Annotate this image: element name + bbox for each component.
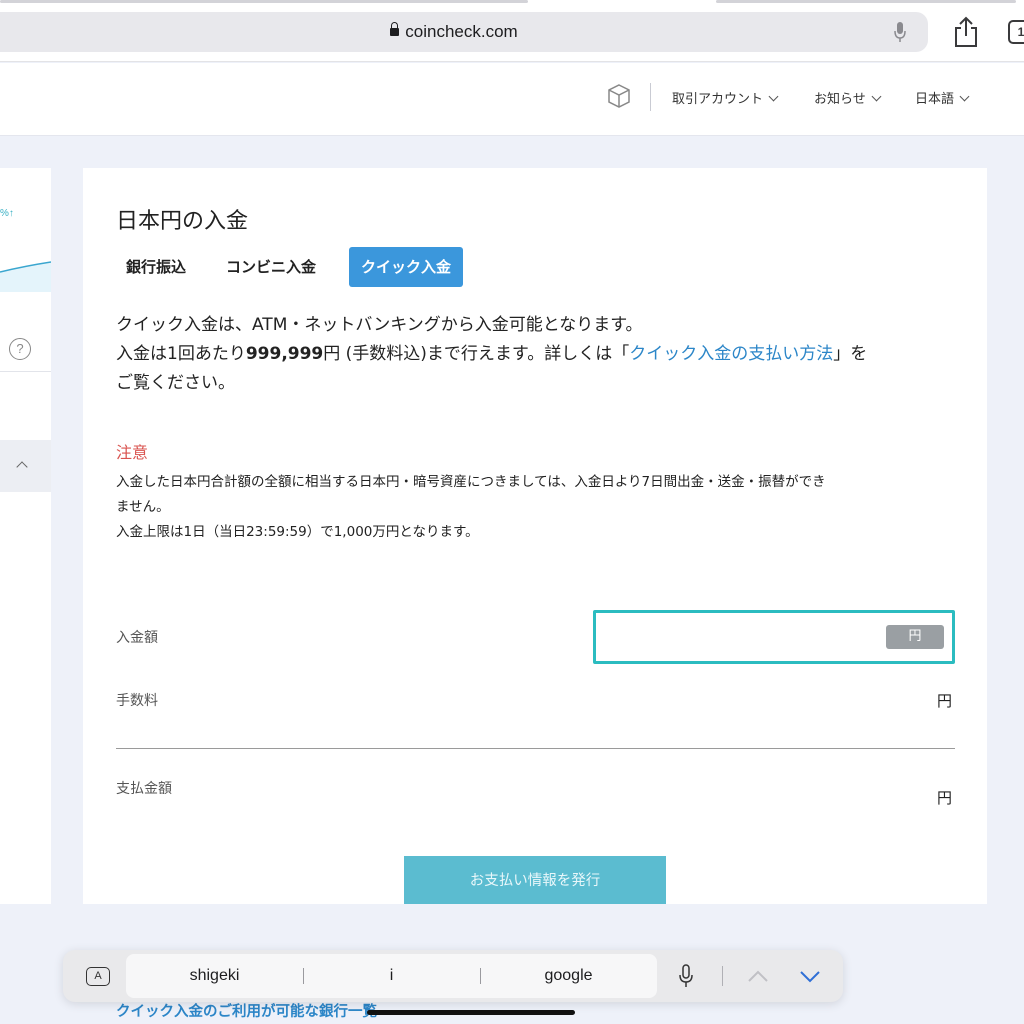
suggestion-item[interactable]: google [480,954,657,998]
next-field-icon[interactable] [798,964,822,988]
amount-input[interactable] [604,621,874,653]
description-line: 入金は1回あたり999,999円 (手数料込)まで行えます。詳しくは「クイック入… [116,340,956,369]
tabs-count-icon[interactable]: 1 [1008,20,1024,44]
amount-label: 入金額 [116,630,158,646]
keyboard-shortcut-bar: A shigeki i google [63,950,843,1002]
nav-trading-account[interactable]: 取引アカウント [672,88,779,107]
browser-toolbar: coincheck.com 1 [0,0,1024,62]
collapse-section[interactable] [0,440,51,492]
chevron-up-icon [16,461,28,473]
total-label: 支払金額 [116,781,172,797]
description: クイック入金は、ATM・ネットバンキングから入金可能となります。 入金は1回あた… [116,311,956,398]
tab-strip [0,0,1024,4]
nav-label: 取引アカウント [672,91,764,106]
payment-method-link[interactable]: クイック入金の支払い方法 [629,344,833,364]
percent-change: %↑ [0,208,14,219]
microphone-icon[interactable] [894,21,906,43]
dictation-mic-icon[interactable] [679,964,693,988]
description-line: クイック入金は、ATM・ネットバンキングから入金可能となります。 [116,315,643,335]
notice-body: 入金した日本円合計額の全額に相当する日本円・暗号資産につきましては、入金日より7… [116,470,956,545]
nav-label: 日本語 [915,91,955,106]
chevron-down-icon [959,91,970,102]
divider [0,371,51,372]
issue-payment-info-button[interactable]: お支払い情報を発行 [404,856,666,904]
divider [116,748,955,749]
site-header: 取引アカウント お知らせ 日本語 [0,63,1024,136]
yen-unit-badge: 円 [886,625,944,649]
page-title: 日本円の入金 [116,209,249,234]
description-text: 入金は1回あたり [116,344,246,364]
autocomplete-suggestions: shigeki i google [126,954,657,998]
amount-field[interactable]: 円 [593,610,955,664]
address-bar[interactable]: coincheck.com [0,12,928,52]
tab-convenience-store[interactable]: コンビニ入金 [216,247,326,287]
mini-price-chart [0,261,51,292]
text-format-icon[interactable]: A [86,967,110,986]
deposit-card: 日本円の入金 銀行振込 コンビニ入金 クイック入金 クイック入金は、ATM・ネッ… [83,168,987,904]
chevron-down-icon [871,91,882,102]
notice-line: 入金した日本円合計額の全額に相当する日本円・暗号資産につきましては、入金日より7… [116,474,826,490]
previous-field-icon[interactable] [746,964,770,988]
total-unit: 円 [937,789,953,807]
header-divider [650,83,651,111]
description-text: 」を [833,344,868,364]
description-line: ご覧ください。 [116,373,235,393]
max-amount: 999,999 [245,344,324,364]
lock-icon [390,22,400,36]
suggestion-item[interactable]: i [303,954,480,998]
fee-label: 手数料 [116,693,158,709]
chevron-down-icon [768,91,779,102]
nav-label: お知らせ [814,91,866,106]
toolbar-separator [722,966,723,986]
notice-title: 注意 [116,443,149,462]
suggestion-item[interactable]: shigeki [126,954,303,998]
notice-line: 入金上限は1日（当日23:59:59）で1,000万円となります。 [116,524,479,540]
description-text: 円 (手数料込)まで行えます。詳しくは「 [323,344,630,364]
help-icon[interactable]: ? [9,338,31,360]
tab-indicator[interactable] [0,0,528,3]
notice-line: ません。 [116,499,170,515]
left-side-panel: %↑ ? [0,168,51,904]
available-banks-link[interactable]: クイック入金のご利用が可能な銀行一覧 [116,1000,377,1021]
home-indicator[interactable] [367,1010,575,1015]
url-text: coincheck.com [405,22,518,41]
tab-quick-deposit[interactable]: クイック入金 [349,247,464,287]
nav-language[interactable]: 日本語 [915,88,970,107]
fee-unit: 円 [937,692,953,710]
url-display[interactable]: coincheck.com [0,22,928,42]
share-icon[interactable] [952,16,980,48]
tab-bank-transfer[interactable]: 銀行振込 [116,247,196,287]
cube-icon[interactable] [606,83,632,109]
tab-indicator[interactable] [716,0,1016,3]
nav-news[interactable]: お知らせ [814,88,882,107]
